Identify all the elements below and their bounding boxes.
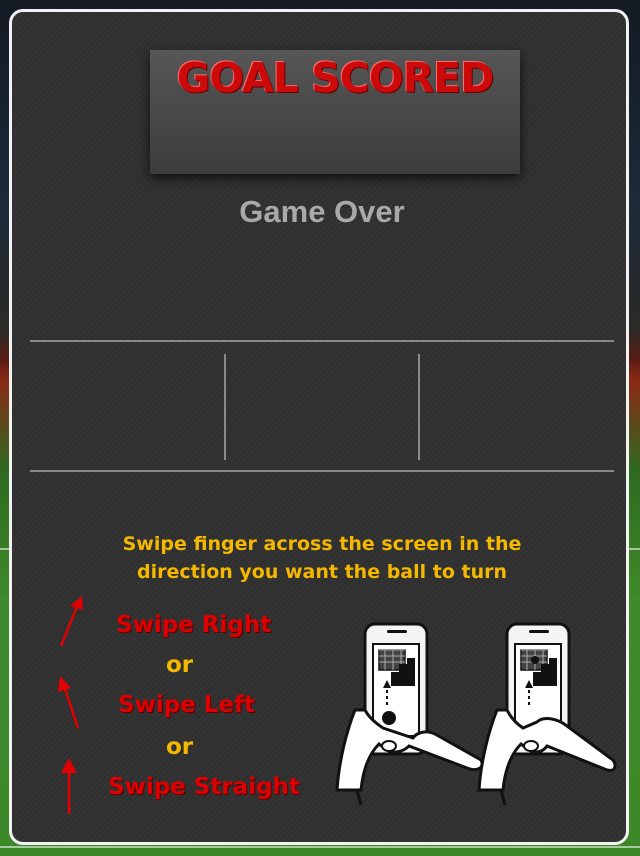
- pitch-line: [0, 846, 640, 848]
- instructions-line-2: direction you want the ball to turn: [136, 561, 508, 583]
- swipe-left-label: Swipe Left: [118, 692, 256, 718]
- swipe-straight-label: Swipe Straight: [108, 774, 300, 800]
- arrow-up-left-icon: [58, 676, 80, 729]
- result-banner-text: GOAL SCORED: [176, 54, 495, 102]
- swipe-right-label: Swipe Right: [116, 612, 272, 638]
- result-banner: GOAL SCORED: [150, 50, 520, 174]
- instructions-line-1: Swipe finger across the screen in the: [122, 533, 522, 555]
- arrow-up-icon: [61, 758, 77, 814]
- or-label: or: [166, 652, 194, 678]
- instructions: Swipe finger across the screen in the di…: [12, 530, 626, 586]
- arrow-up-right-icon: [59, 596, 83, 647]
- divider-column-1: [224, 354, 226, 460]
- divider-top: [30, 340, 614, 342]
- phone-swipe-illustration: [335, 622, 617, 806]
- or-label: or: [166, 734, 194, 760]
- divider-column-2: [418, 354, 420, 460]
- game-over-text: Game Over: [239, 194, 405, 229]
- divider-bottom: [30, 470, 614, 472]
- game-over-panel: GOAL SCORED Game Over Swipe finger acros…: [9, 9, 629, 845]
